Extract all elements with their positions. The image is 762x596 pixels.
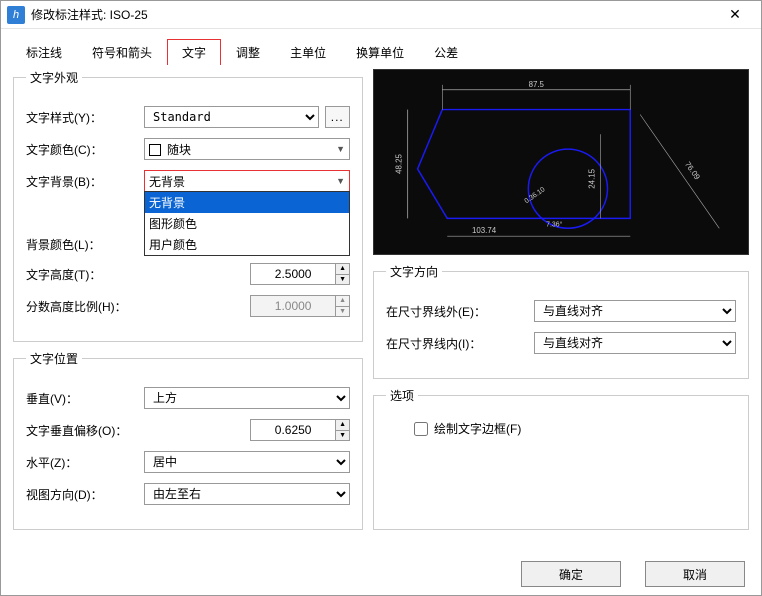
group-appearance: 文字外观 文字样式(Y)： Standard ... 文字颜色(C)： 随块 <box>13 69 363 342</box>
svg-text:103.74: 103.74 <box>472 226 497 235</box>
tab-symbols[interactable]: 符号和箭头 <box>77 39 167 65</box>
ok-button[interactable]: 确定 <box>521 561 621 587</box>
label-text-color: 文字颜色(C)： <box>26 141 136 158</box>
label-fraction-height: 分数高度比例(H)： <box>26 298 136 315</box>
select-text-bg[interactable]: 无背景 ▼ <box>144 170 350 192</box>
cancel-button[interactable]: 取消 <box>645 561 745 587</box>
close-icon[interactable]: ✕ <box>715 6 755 23</box>
preview-pane: 87.5 48.25 24.15 0.36.10 7.36° 103.74 76… <box>373 69 749 255</box>
tab-alternate[interactable]: 换算单位 <box>341 39 419 65</box>
color-swatch-icon <box>149 144 161 156</box>
spin-down-icon: ▼ <box>336 307 349 317</box>
group-options: 选项 绘制文字边框(F) <box>373 387 749 530</box>
select-outside[interactable]: 与直线对齐 <box>534 300 736 322</box>
select-vertical[interactable]: 上方 <box>144 387 350 409</box>
svg-text:76.09: 76.09 <box>683 160 702 182</box>
label-text-height: 文字高度(T)： <box>26 266 136 283</box>
spin-up-icon: ▲ <box>336 296 349 307</box>
legend-options: 选项 <box>386 387 418 404</box>
legend-direction: 文字方向 <box>386 263 442 280</box>
option-bg-drawing[interactable]: 图形颜色 <box>145 213 349 234</box>
svg-text:87.5: 87.5 <box>529 80 545 89</box>
option-bg-none[interactable]: 无背景 <box>145 192 349 213</box>
dropdown-list-bg: 无背景 图形颜色 用户颜色 <box>144 191 350 256</box>
group-direction: 文字方向 在尺寸界线外(E)： 与直线对齐 在尺寸界线内(I)： 与直线对齐 <box>373 263 749 379</box>
checkbox-frame-input[interactable] <box>414 422 428 436</box>
select-text-style[interactable]: Standard <box>144 106 319 128</box>
spin-down-icon[interactable]: ▼ <box>336 431 349 441</box>
label-inside: 在尺寸界线内(I)： <box>386 335 526 352</box>
svg-text:48.25: 48.25 <box>395 153 404 173</box>
app-icon: h <box>7 6 25 24</box>
chevron-down-icon: ▼ <box>336 144 345 154</box>
legend-position: 文字位置 <box>26 350 82 367</box>
button-style-browse[interactable]: ... <box>325 106 351 128</box>
checkbox-frame-label: 绘制文字边框(F) <box>434 420 521 437</box>
select-text-color[interactable]: 随块 ▼ <box>144 138 350 160</box>
svg-text:24.15: 24.15 <box>588 168 597 188</box>
tab-tolerance[interactable]: 公差 <box>419 39 473 65</box>
select-view-dir[interactable]: 由左至右 <box>144 483 350 505</box>
legend-appearance: 文字外观 <box>26 69 82 86</box>
label-outside: 在尺寸界线外(E)： <box>386 303 526 320</box>
label-text-style: 文字样式(Y)： <box>26 109 136 126</box>
label-vertical: 垂直(V)： <box>26 390 136 407</box>
input-offset[interactable] <box>250 419 336 441</box>
spin-down-icon[interactable]: ▼ <box>336 275 349 285</box>
spin-up-icon[interactable]: ▲ <box>336 264 349 275</box>
chevron-down-icon: ▼ <box>336 176 345 186</box>
tab-primary[interactable]: 主单位 <box>275 39 341 65</box>
titlebar: h 修改标注样式: ISO-25 ✕ <box>1 1 761 29</box>
select-horizontal[interactable]: 居中 <box>144 451 350 473</box>
checkbox-frame[interactable]: 绘制文字边框(F) <box>386 414 736 447</box>
select-inside[interactable]: 与直线对齐 <box>534 332 736 354</box>
spin-up-icon[interactable]: ▲ <box>336 420 349 431</box>
window-title: 修改标注样式: ISO-25 <box>31 6 715 23</box>
input-fraction-height <box>250 295 336 317</box>
label-horizontal: 水平(Z)： <box>26 454 136 471</box>
tab-bar: 标注线 符号和箭头 文字 调整 主单位 换算单位 公差 <box>1 29 761 65</box>
group-position: 文字位置 垂直(V)： 上方 文字垂直偏移(O)： ▲▼ 水平(Z)： <box>13 350 363 530</box>
svg-text:0.36.10: 0.36.10 <box>524 186 547 205</box>
svg-text:7.36°: 7.36° <box>546 220 562 228</box>
input-text-height[interactable] <box>250 263 336 285</box>
label-offset: 文字垂直偏移(O)： <box>26 422 136 439</box>
tab-fit[interactable]: 调整 <box>221 39 275 65</box>
label-bg-color: 背景颜色(L)： <box>26 236 136 253</box>
label-view-dir: 视图方向(D)： <box>26 486 136 503</box>
tab-text[interactable]: 文字 <box>167 39 221 65</box>
tab-dimlines[interactable]: 标注线 <box>11 39 77 65</box>
option-bg-user[interactable]: 用户颜色 <box>145 234 349 255</box>
label-text-bg: 文字背景(B)： <box>26 173 136 190</box>
